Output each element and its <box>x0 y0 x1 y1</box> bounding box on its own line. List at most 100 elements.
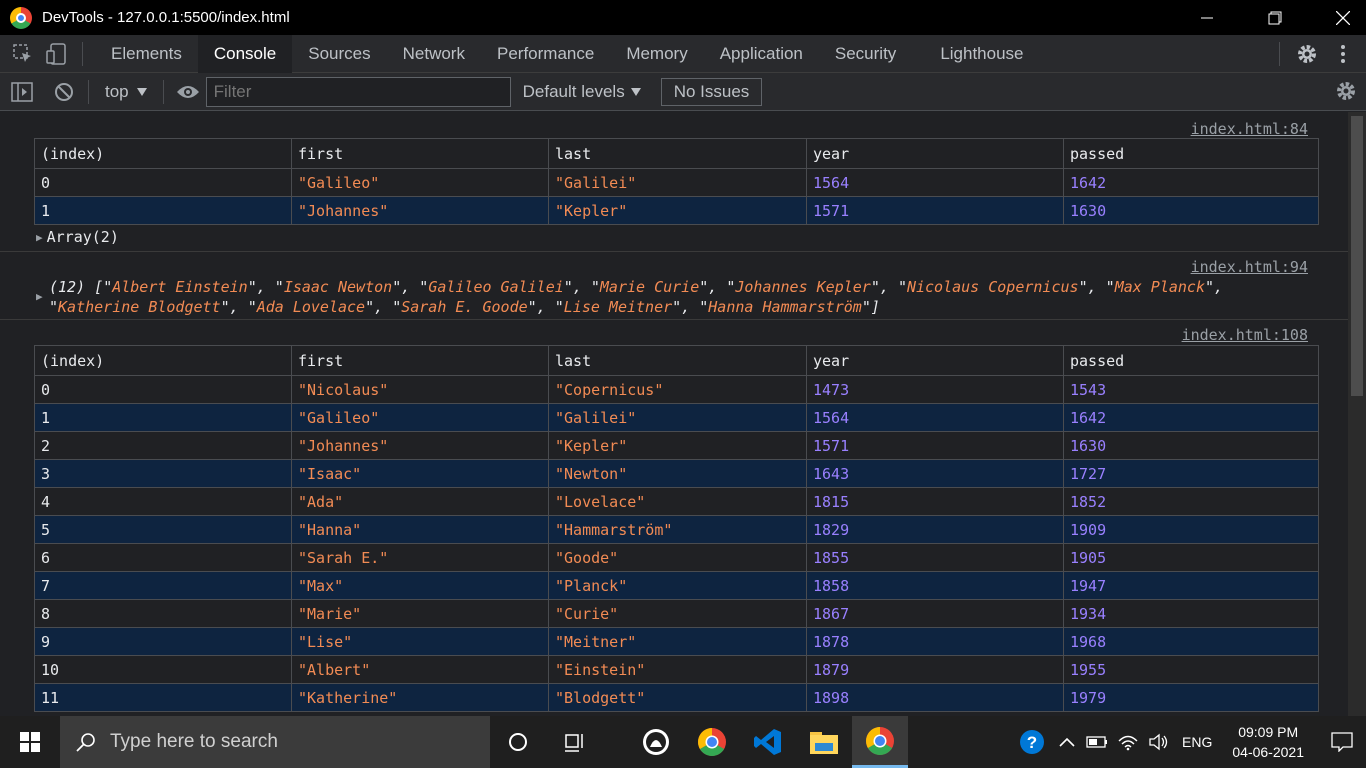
table-row: 11 "Katherine" "Blodgett" 1898 1979 <box>34 683 1319 712</box>
context-selector[interactable]: top <box>97 82 155 102</box>
task-view-button[interactable] <box>546 716 602 768</box>
array-preview[interactable]: (12) ["Albert Einstein", "Isaac Newton",… <box>49 277 1313 317</box>
notifications-button[interactable] <box>1318 716 1366 768</box>
array-item: Katherine Blodgett <box>58 298 221 316</box>
taskbar-app-github[interactable] <box>628 716 684 768</box>
taskbar-app-chrome[interactable] <box>684 716 740 768</box>
table-cell: 7 <box>34 571 292 600</box>
table-cell: 1564 <box>806 403 1064 432</box>
show-sidebar-icon[interactable] <box>10 80 34 104</box>
clock-date: 04-06-2021 <box>1232 744 1304 760</box>
table-row: 4 "Ada" "Lovelace" 1815 1852 <box>34 487 1319 516</box>
table-cell: 0 <box>34 375 292 404</box>
issues-button[interactable]: No Issues <box>660 77 763 106</box>
table-row: 1 "Johannes" "Kepler" 1571 1630 <box>34 196 1319 225</box>
battery-button[interactable] <box>1082 716 1112 768</box>
volume-button[interactable] <box>1144 716 1174 768</box>
settings-gear-icon[interactable] <box>1296 43 1318 65</box>
taskbar-app-chrome-active[interactable] <box>852 716 908 768</box>
inspect-element-icon[interactable] <box>12 43 34 65</box>
table-header-cell[interactable]: year <box>806 345 1064 376</box>
close-button[interactable] <box>1320 0 1366 35</box>
console-scrollbar[interactable] <box>1348 112 1366 716</box>
help-button[interactable]: ? <box>1012 716 1052 768</box>
table-cell: 1968 <box>1063 627 1319 656</box>
expand-triangle-icon[interactable]: ▶ <box>36 290 43 303</box>
table-cell: 11 <box>34 683 292 712</box>
log-levels-dropdown[interactable]: Default levels <box>523 82 641 102</box>
source-link[interactable]: index.html:84 <box>1191 120 1308 138</box>
table-row: 9 "Lise" "Meitner" 1878 1968 <box>34 627 1319 656</box>
table-cell: 1947 <box>1063 571 1319 600</box>
cortana-circle-icon <box>509 733 527 751</box>
table-cell: 1829 <box>806 515 1064 544</box>
tab-sources[interactable]: Sources <box>292 35 386 73</box>
tab-security[interactable]: Security <box>819 35 912 73</box>
table-cell: "Lise" <box>291 627 549 656</box>
array-count: (12) <box>49 278 86 296</box>
table-cell: "Max" <box>291 571 549 600</box>
chrome-icon <box>698 728 726 756</box>
filter-input[interactable] <box>205 76 511 107</box>
minimize-button[interactable] <box>1184 0 1230 35</box>
array-expander[interactable]: ▶ Array(2) <box>36 228 119 246</box>
table-cell: 1879 <box>806 655 1064 684</box>
input-language[interactable]: ENG <box>1182 734 1212 750</box>
search-placeholder: Type here to search <box>110 731 278 752</box>
device-toolbar-icon[interactable] <box>46 42 68 65</box>
chrome-logo-icon <box>10 6 32 29</box>
clock-time: 09:09 PM <box>1238 724 1299 740</box>
more-options-icon[interactable] <box>1332 43 1354 65</box>
table-header-cell[interactable]: last <box>548 138 807 169</box>
table-row: 0 "Galileo" "Galilei" 1564 1642 <box>34 168 1319 197</box>
restore-button[interactable] <box>1252 0 1298 35</box>
table-header-cell[interactable]: passed <box>1063 138 1319 169</box>
table-header-cell[interactable]: (index) <box>34 345 292 376</box>
volume-icon <box>1149 733 1168 751</box>
tab-console[interactable]: Console <box>197 34 293 73</box>
array-item: Galileo Galilei <box>428 278 564 296</box>
table-header-cell[interactable]: passed <box>1063 345 1319 376</box>
taskbar-clock[interactable]: 09:09 PM 04-06-2021 <box>1232 722 1304 762</box>
table-header-cell[interactable]: first <box>291 138 549 169</box>
cortana-button[interactable] <box>490 716 546 768</box>
clear-console-icon[interactable] <box>52 80 76 104</box>
wifi-button[interactable] <box>1112 716 1144 768</box>
tab-elements[interactable]: Elements <box>95 35 198 73</box>
table-cell: "Hanna" <box>291 515 549 544</box>
source-link[interactable]: index.html:108 <box>1182 326 1308 344</box>
table-header-cell[interactable]: last <box>548 345 807 376</box>
table-header-cell[interactable]: first <box>291 345 549 376</box>
table-cell: 1630 <box>1063 431 1319 460</box>
taskbar-app-file-explorer[interactable] <box>796 716 852 768</box>
console-settings-gear-icon[interactable] <box>1334 79 1358 103</box>
tab-network[interactable]: Network <box>387 35 481 73</box>
console-toolbar: top Default levels No Issues <box>0 73 1366 111</box>
table-cell: "Copernicus" <box>548 375 807 404</box>
system-tray: ? ENG 09:09 PM 04-06-2021 <box>1012 716 1366 768</box>
array-label: Array(2) <box>46 228 119 246</box>
show-hidden-icons-button[interactable] <box>1052 716 1082 768</box>
tab-memory[interactable]: Memory <box>610 35 703 73</box>
table-cell: 1898 <box>806 683 1064 712</box>
source-link[interactable]: index.html:94 <box>1191 258 1308 276</box>
table-header-cell[interactable]: year <box>806 138 1064 169</box>
table-row: 2 "Johannes" "Kepler" 1571 1630 <box>34 431 1319 460</box>
tab-performance[interactable]: Performance <box>481 35 610 73</box>
table-cell: "Goode" <box>548 543 807 572</box>
table-cell: 1905 <box>1063 543 1319 572</box>
table-row: 5 "Hanna" "Hammarström" 1829 1909 <box>34 515 1319 544</box>
console-message-table-1: index.html:84 (index) first last year passed… <box>0 112 1348 252</box>
dropdown-arrow-icon <box>630 87 641 96</box>
tab-lighthouse[interactable]: Lighthouse <box>924 35 1039 73</box>
table-header-cell[interactable]: (index) <box>34 138 292 169</box>
taskbar-app-vscode[interactable] <box>740 716 796 768</box>
scrollbar-thumb[interactable] <box>1351 116 1363 396</box>
taskbar-search-box[interactable]: Type here to search <box>60 716 490 768</box>
log-levels-label: Default levels <box>522 81 625 101</box>
start-button[interactable] <box>0 716 60 768</box>
tab-application[interactable]: Application <box>704 35 819 73</box>
table-cell: "Johannes" <box>291 196 549 225</box>
live-expression-eye-icon[interactable] <box>176 80 200 104</box>
array-item: Hanna Hammarström <box>708 298 862 316</box>
